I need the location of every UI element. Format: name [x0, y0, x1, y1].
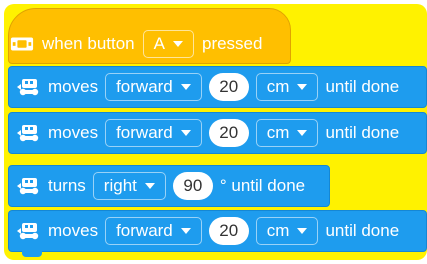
chevron-down-icon	[297, 228, 308, 234]
hat-prefix-label: when button	[42, 34, 135, 53]
unit-dropdown[interactable]: cm	[255, 217, 319, 245]
direction-value: forward	[116, 123, 173, 142]
distance-input[interactable]: 20	[208, 73, 249, 101]
block-verb-label: moves	[48, 77, 99, 96]
drive-move-block[interactable]: moves forward 20 cm until done	[8, 112, 427, 154]
chevron-down-icon	[144, 183, 155, 189]
drive-move-block[interactable]: moves forward 20 cm until done	[8, 210, 427, 252]
hat-block-content: when button A pressed	[10, 24, 262, 64]
chevron-down-icon	[172, 41, 183, 47]
direction-dropdown[interactable]: forward	[105, 217, 202, 245]
turn-direction-dropdown[interactable]: right	[92, 172, 166, 200]
block-verb-label: moves	[48, 221, 99, 240]
distance-input[interactable]: 20	[208, 119, 249, 147]
unit-value: cm	[266, 77, 290, 96]
drivetrain-icon	[17, 176, 41, 196]
unit-dropdown[interactable]: cm	[255, 119, 319, 147]
direction-dropdown[interactable]: forward	[105, 73, 202, 101]
unit-value: cm	[266, 221, 290, 240]
hat-suffix-label: pressed	[201, 34, 263, 53]
drivetrain-icon	[17, 221, 41, 241]
controller-button-icon	[10, 34, 34, 54]
drivetrain-icon	[17, 77, 41, 97]
chevron-down-icon	[180, 130, 191, 136]
angle-input[interactable]: 90	[172, 172, 213, 200]
button-dropdown-value: A	[153, 34, 165, 53]
turn-direction-value: right	[103, 176, 137, 195]
chevron-down-icon	[297, 84, 308, 90]
block-connector-tab	[22, 251, 42, 257]
drive-move-block[interactable]: moves forward 20 cm until done	[8, 66, 427, 108]
block-suffix-label: until done	[325, 123, 400, 142]
block-canvas: when button A pressed moves forward 20 c…	[0, 0, 427, 264]
button-dropdown[interactable]: A	[142, 30, 194, 58]
direction-dropdown[interactable]: forward	[105, 119, 202, 147]
unit-value: cm	[266, 123, 290, 142]
chevron-down-icon	[297, 130, 308, 136]
direction-value: forward	[116, 77, 173, 96]
block-verb-label: turns	[48, 176, 86, 195]
distance-input[interactable]: 20	[208, 217, 249, 245]
chevron-down-icon	[180, 228, 191, 234]
block-suffix-label: ° until done	[219, 176, 306, 195]
unit-dropdown[interactable]: cm	[255, 73, 319, 101]
drive-turn-block[interactable]: turns right 90 ° until done	[8, 165, 330, 207]
chevron-down-icon	[180, 84, 191, 90]
block-suffix-label: until done	[325, 221, 400, 240]
direction-value: forward	[116, 221, 173, 240]
block-verb-label: moves	[48, 123, 99, 142]
block-suffix-label: until done	[325, 77, 400, 96]
drivetrain-icon	[17, 123, 41, 143]
